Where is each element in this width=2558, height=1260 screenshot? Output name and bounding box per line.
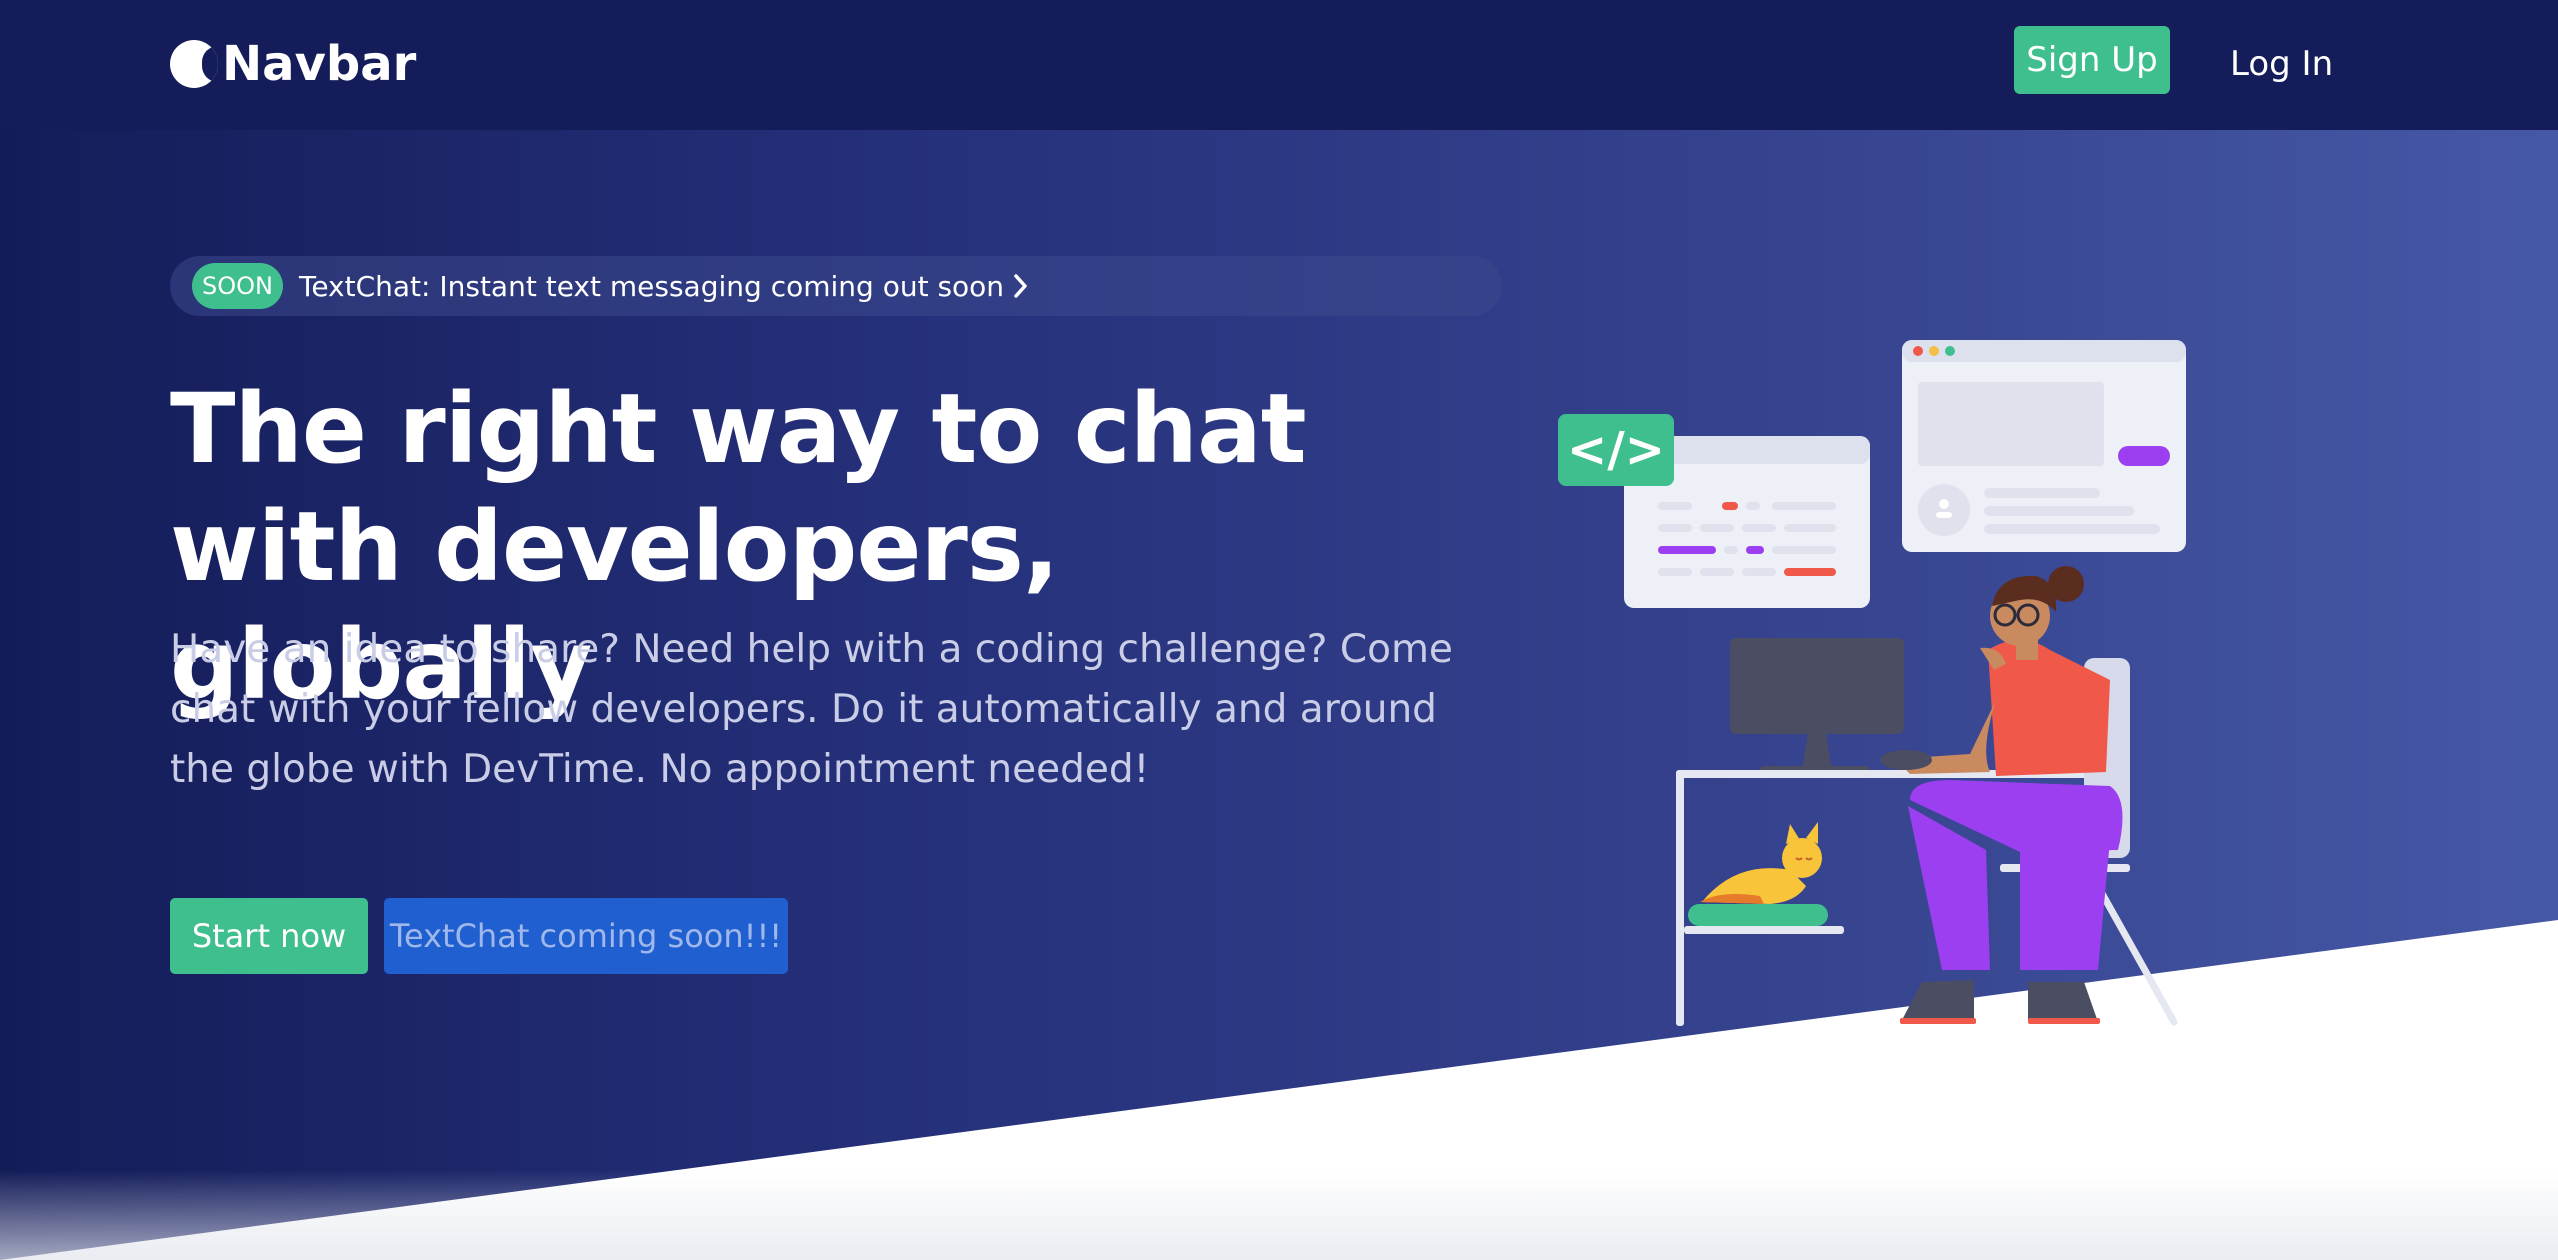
- cat-illustration: [1688, 822, 1828, 926]
- announcement-text: TextChat: Instant text messaging coming …: [298, 269, 1005, 303]
- login-button[interactable]: Log In: [2230, 44, 2333, 88]
- signup-button[interactable]: Sign Up: [2014, 26, 2170, 94]
- person-illustration: [1880, 566, 2123, 1024]
- brand-name: Navbar: [222, 36, 417, 92]
- monitor-illustration: [1730, 638, 1904, 776]
- chevron-right-icon: [1014, 274, 1027, 298]
- developer-at-desk-illustration: </>: [1558, 340, 2186, 1026]
- hero-subtext: Have an idea to share? Need help with a …: [170, 627, 1453, 792]
- soon-badge: SOON: [192, 263, 283, 309]
- announcement-pill[interactable]: SOON TextChat: Instant text messaging co…: [170, 256, 1502, 316]
- start-now-button[interactable]: Start now: [170, 898, 368, 974]
- textchat-coming-soon-button[interactable]: TextChat coming soon!!!: [384, 898, 788, 974]
- navbar: Navbar Sign Up Log In: [0, 0, 2558, 130]
- brand-logo-icon: [170, 40, 218, 88]
- brand[interactable]: Navbar: [170, 36, 416, 92]
- bottom-shade: [0, 1170, 2558, 1260]
- code-badge-icon: </>: [1558, 414, 1674, 486]
- browser-window-illustration: [1902, 340, 2186, 552]
- svg-text:</>: </>: [1567, 422, 1665, 478]
